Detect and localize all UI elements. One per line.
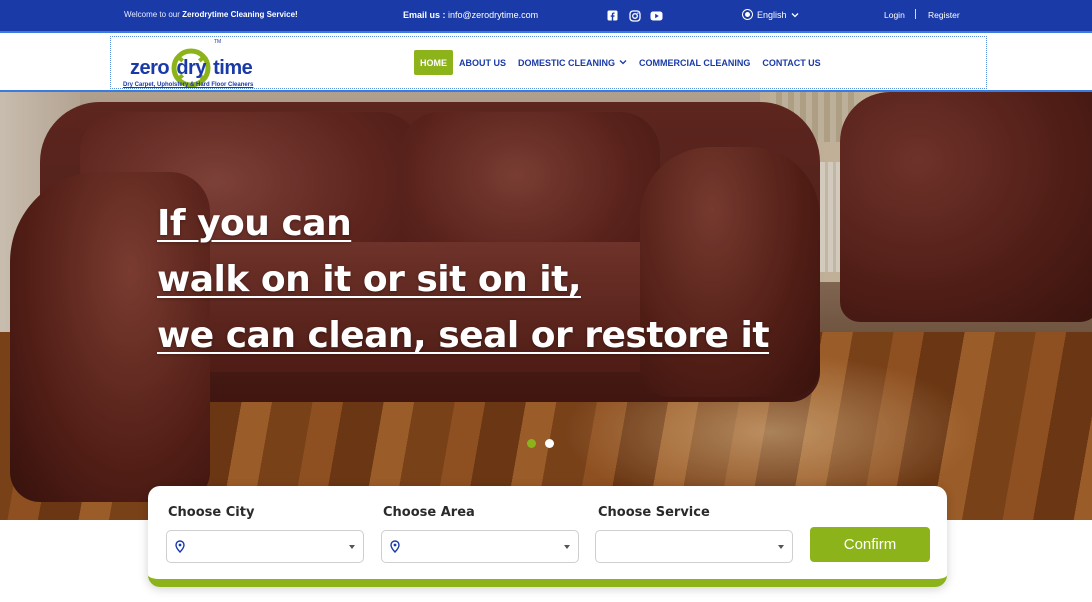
area-select[interactable]	[381, 530, 579, 563]
language-label: English	[757, 9, 787, 20]
city-label: Choose City	[168, 505, 255, 520]
hero-headline: If you can walk on it or sit on it, we c…	[157, 196, 770, 364]
login-link[interactable]: Login	[884, 10, 905, 20]
map-pin-icon	[390, 540, 400, 554]
main-nav: HOME ABOUT US DOMESTIC CLEANING COMMERCI…	[414, 50, 827, 75]
nav-domestic-cleaning[interactable]: DOMESTIC CLEANING	[512, 50, 633, 75]
email-info: Email us : info@zerodrytime.com	[403, 10, 538, 20]
chevron-down-icon	[619, 58, 627, 67]
logo[interactable]: zero dry time TM Dry Carpet, Upholstery …	[123, 39, 273, 89]
city-select[interactable]	[166, 530, 364, 563]
site-header: zero dry time TM Dry Carpet, Upholstery …	[0, 31, 1092, 92]
area-label: Choose Area	[383, 505, 475, 520]
email-link[interactable]: info@zerodrytime.com	[448, 10, 538, 20]
nav-commercial-cleaning[interactable]: COMMERCIAL CLEANING	[633, 50, 756, 75]
logo-tagline: Dry Carpet, Upholstery & Hard Floor Clea…	[123, 82, 254, 88]
logo-word-dry: dry	[176, 56, 206, 79]
divider	[915, 9, 916, 19]
hero-line: If you can	[157, 203, 352, 244]
map-pin-icon	[175, 540, 185, 554]
caret-down-icon	[564, 545, 570, 549]
youtube-icon[interactable]	[650, 9, 663, 22]
nav-about-us[interactable]: ABOUT US	[453, 50, 512, 75]
trademark: TM	[214, 39, 222, 45]
hero-slider: If you can walk on it or sit on it, we c…	[0, 92, 1092, 520]
service-select[interactable]	[595, 530, 793, 563]
logo-word-time: time	[213, 56, 253, 79]
social-links	[606, 9, 663, 22]
email-label: Email us :	[403, 10, 449, 20]
top-bar: Welcome to our Zerodrytime Cleaning Serv…	[0, 0, 1092, 31]
slider-dot[interactable]	[527, 439, 536, 448]
caret-down-icon	[778, 545, 784, 549]
slider-dots	[527, 439, 554, 448]
facebook-icon[interactable]	[606, 9, 619, 22]
confirm-button[interactable]: Confirm	[810, 527, 930, 562]
booking-search-panel: Choose City Choose Area Choose Service C…	[148, 486, 947, 587]
instagram-icon[interactable]	[628, 9, 641, 22]
nav-home[interactable]: HOME	[414, 50, 453, 75]
hero-line: we can clean, seal or restore it	[157, 315, 770, 356]
header-container: zero dry time TM Dry Carpet, Upholstery …	[110, 36, 987, 89]
register-link[interactable]: Register	[928, 10, 960, 20]
hero-line: walk on it or sit on it,	[157, 259, 582, 300]
language-radio-icon	[742, 9, 753, 20]
welcome-text: Welcome to our Zerodrytime Cleaning Serv…	[124, 10, 298, 19]
service-label: Choose Service	[598, 505, 710, 520]
logo-word-zero: zero	[130, 56, 170, 79]
nav-contact-us[interactable]: CONTACT US	[756, 50, 826, 75]
language-selector[interactable]: English	[742, 9, 799, 20]
slider-dot[interactable]	[545, 439, 554, 448]
caret-down-icon	[349, 545, 355, 549]
welcome-brand: Zerodrytime Cleaning Service!	[182, 10, 298, 19]
chevron-down-icon	[791, 10, 799, 20]
